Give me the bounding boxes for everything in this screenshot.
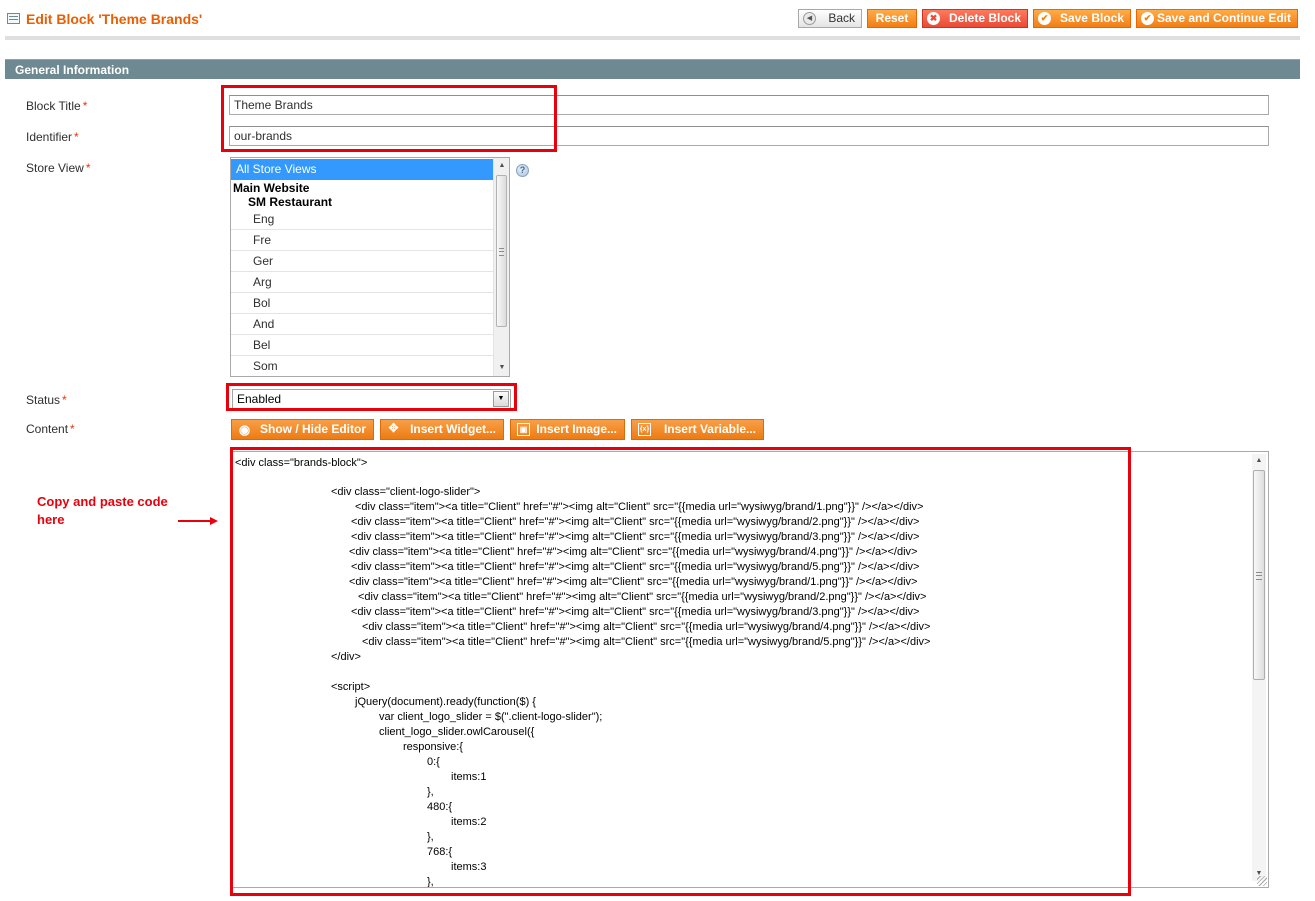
code-line: <div class="item"><a title="Client" href… [351, 606, 920, 618]
store-view-option[interactable]: Ger [231, 251, 493, 272]
optgroup-main-website: Main Website [233, 181, 310, 195]
insert-variable-button[interactable]: {x} Insert Variable... [631, 419, 764, 440]
block-title-label: Block Title * [26, 99, 88, 113]
scroll-up-arrow-icon[interactable]: ▲ [494, 158, 509, 174]
save-and-continue-button[interactable]: ✔ Save and Continue Edit [1136, 9, 1298, 28]
code-line: 768:{ [427, 846, 453, 858]
code-line: <div class="client-logo-slider"> [331, 486, 481, 498]
store-view-option[interactable]: Arg [231, 272, 493, 293]
code-line: <div class="item"><a title="Client" href… [349, 576, 918, 588]
delete-icon: ✖ [927, 12, 940, 25]
save-continue-check-icon: ✔ [1141, 12, 1154, 25]
required-marker: * [70, 422, 75, 436]
required-marker: * [82, 99, 88, 113]
image-icon: ▣ [517, 423, 530, 436]
reset-button[interactable]: Reset [867, 9, 917, 28]
store-view-option[interactable]: Bel [231, 335, 493, 356]
content-scrollbar[interactable]: ▲ ▼ [1252, 454, 1266, 881]
content-textarea[interactable]: <div class="brands-block"> <div class="c… [230, 451, 1269, 888]
code-line: 0:{ [427, 756, 440, 768]
code-line: <div class="item"><a title="Client" href… [362, 636, 931, 648]
code-line: var client_logo_slider = $(".client-logo… [379, 711, 603, 723]
code-line: responsive:{ [403, 741, 463, 753]
save-check-icon: ✔ [1038, 12, 1051, 25]
status-select[interactable]: Enabled ▼ [232, 389, 511, 409]
scrollbar-thumb[interactable] [496, 175, 507, 327]
annotation-text: Copy and paste code here [37, 494, 168, 527]
identifier-input[interactable]: our-brands [229, 126, 1269, 146]
delete-block-button[interactable]: ✖ Delete Block [922, 9, 1028, 28]
resize-handle-icon[interactable] [1257, 876, 1267, 886]
scrollbar-thumb[interactable] [1253, 470, 1265, 680]
code-line: <div class="item"><a title="Client" href… [358, 591, 927, 603]
back-arrow-icon: ◀ [803, 12, 816, 25]
store-view-option[interactable]: Som [231, 356, 493, 376]
edit-block-icon [7, 13, 20, 24]
code-line: client_logo_slider.owlCarousel({ [379, 726, 535, 738]
code-line: <div class="item"><a title="Client" href… [362, 621, 931, 633]
widget-icon: ✥ [388, 421, 399, 435]
code-line: }, [427, 786, 434, 798]
code-line: items:1 [451, 771, 487, 783]
page-title: Edit Block 'Theme Brands' [26, 11, 203, 27]
store-view-label: Store View * [26, 161, 91, 175]
general-information-header: General Information [5, 59, 1300, 79]
scroll-up-arrow-icon[interactable]: ▲ [1252, 454, 1266, 468]
code-line: <div class="item"><a title="Client" href… [351, 561, 920, 573]
block-title-input[interactable]: Theme Brands [229, 95, 1269, 115]
code-line: <div class="brands-block"> [235, 457, 368, 469]
help-icon[interactable]: ? [516, 164, 529, 177]
store-view-option[interactable]: Bol [231, 293, 493, 314]
required-marker: * [74, 130, 79, 144]
store-view-option[interactable]: Eng [231, 209, 493, 230]
code-line: </div> [331, 651, 361, 663]
required-marker: * [62, 393, 67, 407]
code-line: <div class="item"><a title="Client" href… [355, 501, 924, 513]
store-view-multiselect[interactable]: All Store Views Main Website SM Restaura… [230, 157, 510, 377]
optgroup-sm-restaurant: SM Restaurant [248, 195, 333, 209]
insert-widget-button[interactable]: ✥ Insert Widget... [380, 419, 504, 440]
code-line: <div class="item"><a title="Client" href… [349, 546, 918, 558]
store-view-option-all[interactable]: All Store Views [231, 159, 493, 180]
annotation-arrow-icon [178, 517, 218, 525]
code-line: jQuery(document).ready(function($) { [355, 696, 536, 708]
store-view-option[interactable]: And [231, 314, 493, 335]
code-line: 480:{ [427, 801, 453, 813]
code-line: <script> [331, 681, 371, 693]
required-marker: * [85, 161, 91, 175]
show-hide-editor-button[interactable]: ◉ Show / Hide Editor [231, 419, 374, 440]
code-line: }, [427, 831, 434, 843]
scroll-down-arrow-icon[interactable]: ▼ [494, 360, 509, 376]
status-label: Status * [26, 393, 67, 407]
code-line: <div class="item"><a title="Client" href… [351, 531, 920, 543]
save-block-button[interactable]: ✔ Save Block [1033, 9, 1131, 28]
chevron-down-icon[interactable]: ▼ [493, 391, 509, 407]
code-line: items:3 [451, 861, 487, 873]
store-view-option[interactable]: Fre [231, 230, 493, 251]
eye-icon: ◉ [238, 422, 251, 437]
code-line: }, [427, 876, 434, 888]
insert-image-button[interactable]: ▣ Insert Image... [510, 419, 625, 440]
code-line: items:2 [451, 816, 487, 828]
content-label: Content * [26, 422, 75, 436]
code-line: <div class="item"><a title="Client" href… [351, 516, 920, 528]
back-button[interactable]: ◀ Back [798, 9, 862, 28]
store-view-scrollbar[interactable]: ▲ ▼ [493, 158, 509, 376]
identifier-label: Identifier * [26, 130, 79, 144]
variable-icon: {x} [638, 423, 651, 436]
